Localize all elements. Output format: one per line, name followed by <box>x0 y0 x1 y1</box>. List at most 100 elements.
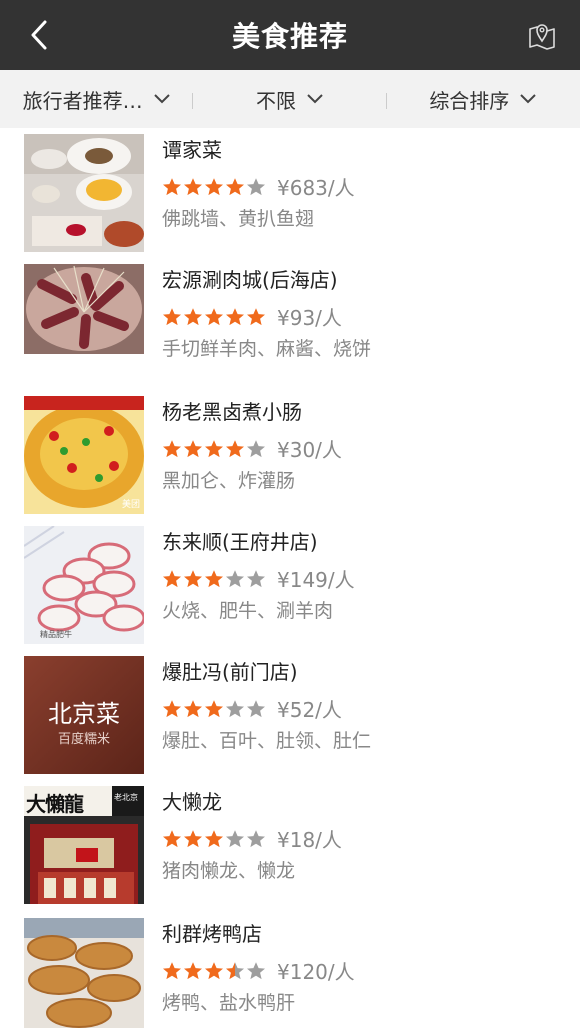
star-icon <box>163 569 181 587</box>
star-rating <box>162 439 267 459</box>
star-icon <box>205 569 223 587</box>
star-rating <box>162 569 267 589</box>
star-icon <box>163 961 181 979</box>
signature-dishes: 火烧、肥牛、涮羊肉 <box>162 600 334 622</box>
signature-dishes: 黑加仑、炸灌肠 <box>162 470 296 492</box>
star-icon <box>205 439 223 457</box>
price-per-person: ¥52/人 <box>277 698 342 722</box>
price-per-person: ¥18/人 <box>277 828 342 852</box>
back-button[interactable] <box>20 14 60 56</box>
star-icon <box>247 829 265 847</box>
star-icon <box>226 439 244 457</box>
photo-caption: 北京菜 <box>48 700 120 728</box>
restaurant-item[interactable]: 美团 杨老黑卤煮小肠 ¥30/人 黑加仑、炸灌肠 <box>0 396 580 526</box>
restaurant-name: 爆肚冯(前门店) <box>162 660 298 684</box>
sign-text: 大懶龍 <box>26 792 84 816</box>
star-icon <box>247 569 265 587</box>
restaurant-photo: 精品肥牛 <box>24 526 144 644</box>
star-icon <box>205 961 223 979</box>
star-rating <box>162 829 267 849</box>
signature-dishes: 手切鲜羊肉、麻酱、烧饼 <box>162 338 372 360</box>
restaurant-name: 利群烤鸭店 <box>162 922 262 946</box>
star-icon <box>226 569 244 587</box>
filter-traveler-recommended[interactable]: 旅行者推荐… <box>0 85 194 114</box>
page-title: 美食推荐 <box>231 20 348 53</box>
star-icon <box>205 177 223 195</box>
restaurant-list: 谭家菜 ¥683/人 佛跳墙、黄扒鱼翅 宏源涮肉城(后海店) ¥93/人 手切鲜… <box>0 128 580 1028</box>
star-icon <box>247 699 265 717</box>
restaurant-item[interactable]: 精品肥牛 东来顺(王府井店) ¥149/人 火烧、肥牛、涮羊肉 <box>0 526 580 656</box>
star-icon <box>163 829 181 847</box>
restaurant-photo: 北京菜 百度糯米 <box>24 656 144 774</box>
star-icon <box>163 307 181 325</box>
sign-subtext: 老北京 <box>114 793 138 802</box>
rating-row: ¥93/人 <box>162 302 342 331</box>
restaurant-item[interactable]: 北京菜 百度糯米 爆肚冯(前门店) ¥52/人 爆肚、百叶、肚领、肚仁 <box>0 656 580 786</box>
watermark: 美团 <box>121 500 140 510</box>
star-rating <box>162 699 267 719</box>
star-icon <box>205 699 223 717</box>
rating-row: ¥149/人 <box>162 564 355 593</box>
star-icon <box>205 307 223 325</box>
filter-label: 旅行者推荐… <box>22 88 143 113</box>
photo-subcaption: 百度糯米 <box>57 732 110 747</box>
star-icon <box>226 177 244 195</box>
price-per-person: ¥30/人 <box>277 438 342 462</box>
restaurant-item[interactable]: 大懶龍 老北京 大懒龙 ¥18/人 猪肉懒龙、懒龙 <box>0 786 580 916</box>
app-header: 美食推荐 <box>0 0 580 70</box>
star-icon <box>205 829 223 847</box>
price-per-person: ¥93/人 <box>277 306 342 330</box>
restaurant-name: 谭家菜 <box>162 138 222 162</box>
star-icon <box>247 439 265 457</box>
filter-label: 不限 <box>255 88 296 113</box>
star-icon <box>184 177 202 195</box>
star-rating <box>162 961 267 981</box>
star-icon <box>247 307 265 325</box>
filter-unlimited[interactable]: 不限 <box>193 85 387 114</box>
restaurant-photo <box>24 134 144 252</box>
filter-bar: 旅行者推荐… 不限 综合排序 <box>0 70 580 128</box>
star-icon <box>184 961 202 979</box>
star-icon <box>226 307 244 325</box>
star-rating <box>162 177 267 197</box>
signature-dishes: 猪肉懒龙、懒龙 <box>162 860 296 882</box>
chevron-down-icon <box>520 94 537 104</box>
star-icon <box>247 961 265 979</box>
rating-row: ¥30/人 <box>162 434 342 463</box>
filter-label: 综合排序 <box>429 88 510 113</box>
star-icon <box>226 699 244 717</box>
filter-sort[interactable]: 综合排序 <box>387 85 580 114</box>
restaurant-name: 宏源涮肉城(后海店) <box>162 268 338 292</box>
restaurant-photo: 大懶龍 老北京 <box>24 786 144 904</box>
restaurant-item[interactable]: 利群烤鸭店 ¥120/人 烤鸭、盐水鸭肝 <box>0 918 580 1028</box>
star-icon <box>184 829 202 847</box>
chevron-down-icon <box>307 94 323 104</box>
restaurant-photo <box>24 264 144 382</box>
price-per-person: ¥120/人 <box>277 960 355 984</box>
star-icon <box>163 177 181 195</box>
star-icon <box>163 699 181 717</box>
restaurant-name: 杨老黑卤煮小肠 <box>162 400 302 424</box>
watermark: 精品肥牛 <box>40 630 72 639</box>
signature-dishes: 爆肚、百叶、肚领、肚仁 <box>162 730 372 752</box>
star-icon <box>184 307 202 325</box>
map-pin-icon <box>529 24 555 50</box>
star-icon <box>184 569 202 587</box>
star-icon <box>184 699 202 717</box>
rating-row: ¥52/人 <box>162 694 342 723</box>
rating-row: ¥120/人 <box>162 956 355 985</box>
signature-dishes: 佛跳墙、黄扒鱼翅 <box>162 208 315 230</box>
restaurant-photo <box>24 918 144 1028</box>
rating-row: ¥683/人 <box>162 172 355 201</box>
restaurant-photo: 美团 <box>24 396 144 514</box>
chevron-left-icon <box>31 20 47 50</box>
restaurant-item[interactable]: 宏源涮肉城(后海店) ¥93/人 手切鲜羊肉、麻酱、烧饼 <box>0 264 580 394</box>
star-rating <box>162 307 267 327</box>
star-icon <box>226 961 244 979</box>
star-icon <box>163 439 181 457</box>
star-icon <box>226 829 244 847</box>
star-icon <box>247 177 265 195</box>
map-button[interactable] <box>522 14 562 56</box>
rating-row: ¥18/人 <box>162 824 342 853</box>
restaurant-item[interactable]: 谭家菜 ¥683/人 佛跳墙、黄扒鱼翅 <box>0 134 580 264</box>
